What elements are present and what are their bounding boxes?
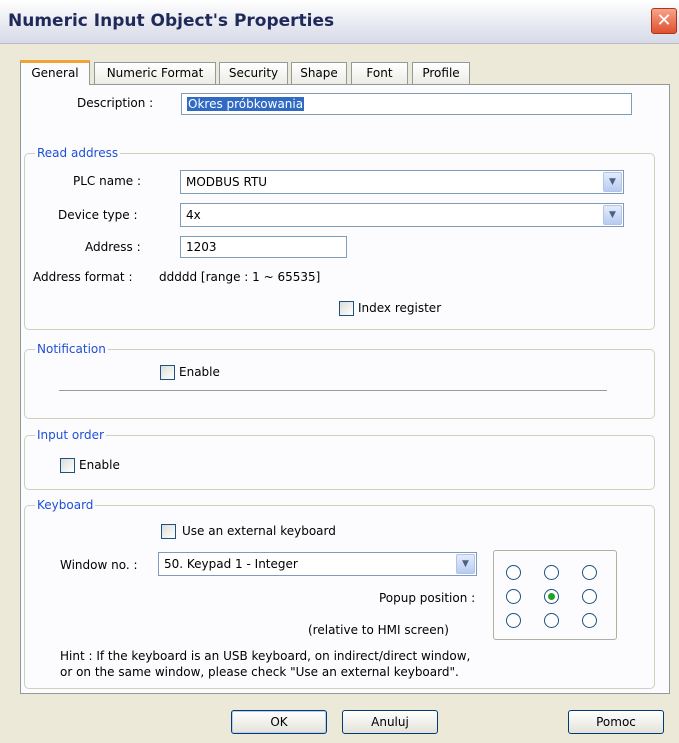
input-order-enable-label[interactable]: Enable [79, 458, 120, 472]
dialog-window: Numeric Input Object's Properties ✕ Gene… [0, 0, 679, 743]
window-no-value: 50. Keypad 1 - Integer [164, 557, 298, 571]
notification-legend: Notification [35, 341, 108, 357]
popup-bottom-right-radio[interactable] [582, 613, 597, 628]
description-field[interactable]: Okres próbkowania [181, 93, 632, 115]
tab-general[interactable]: General [20, 60, 90, 85]
index-register-label[interactable]: Index register [358, 301, 441, 315]
popup-bottom-left-radio[interactable] [506, 613, 521, 628]
popup-middle-right-radio[interactable] [582, 589, 597, 604]
plc-name-select[interactable]: MODBUS RTU ▼ [180, 170, 624, 194]
ok-button[interactable]: OK [231, 710, 327, 734]
read-address-group: Read address PLC name : MODBUS RTU ▼ Dev… [24, 145, 655, 330]
input-order-legend: Input order [35, 427, 106, 443]
tab-label: Security [228, 66, 279, 80]
window-no-label: Window no. : [60, 558, 138, 572]
popup-position-label: Popup position : [379, 591, 476, 605]
keyboard-hint-line2: or on the same window, please check "Use… [60, 665, 459, 679]
device-type-select[interactable]: 4x ▼ [180, 203, 624, 227]
tab-panel-general: Description : Okres próbkowania Read add… [20, 84, 670, 694]
external-keyboard-checkbox[interactable] [161, 524, 176, 539]
chevron-down-icon[interactable]: ▼ [603, 172, 622, 192]
notification-group: Notification Enable [24, 341, 655, 419]
tab-label: General [31, 66, 79, 80]
title-bar[interactable]: Numeric Input Object's Properties ✕ [0, 0, 679, 44]
address-value: 1203 [186, 240, 217, 254]
notification-enable-checkbox[interactable] [160, 365, 175, 380]
popup-top-center-radio[interactable] [544, 565, 559, 580]
help-button[interactable]: Pomoc [568, 710, 664, 734]
tab-label: Numeric Format [106, 66, 204, 80]
address-label: Address : [85, 240, 141, 254]
popup-top-left-radio[interactable] [506, 565, 521, 580]
chevron-down-icon[interactable]: ▼ [603, 205, 622, 225]
popup-middle-left-radio[interactable] [506, 589, 521, 604]
popup-position-grid [493, 550, 617, 640]
keyboard-hint-line1: Hint : If the keyboard is an USB keyboar… [60, 649, 471, 663]
index-register-checkbox[interactable] [339, 301, 354, 316]
plc-name-label: PLC name : [73, 174, 142, 188]
tab-label: Font [366, 66, 393, 80]
tab-label: Shape [300, 66, 338, 80]
tab-font[interactable]: Font [351, 62, 408, 84]
address-format-value: ddddd [range : 1 ~ 65535] [159, 270, 321, 284]
dialog-title: Numeric Input Object's Properties [8, 11, 335, 31]
tab-security[interactable]: Security [219, 62, 288, 84]
read-address-legend: Read address [35, 145, 121, 161]
keyboard-legend: Keyboard [35, 497, 96, 513]
popup-center-radio[interactable] [544, 589, 559, 604]
window-no-select[interactable]: 50. Keypad 1 - Integer ▼ [158, 552, 477, 576]
tab-shape[interactable]: Shape [291, 62, 347, 84]
device-type-label: Device type : [58, 208, 138, 222]
description-label: Description : [77, 96, 154, 110]
address-format-label: Address format : [33, 270, 133, 284]
plc-name-value: MODBUS RTU [186, 175, 268, 189]
tab-profile[interactable]: Profile [412, 62, 470, 84]
popup-bottom-center-radio[interactable] [544, 613, 559, 628]
tab-label: Profile [422, 66, 460, 80]
input-order-group: Input order Enable [24, 427, 655, 490]
keyboard-group: Keyboard Use an external keyboard Window… [24, 497, 655, 689]
popup-relative-label: (relative to HMI screen) [308, 623, 449, 637]
close-icon: ✕ [656, 10, 672, 31]
description-value: Okres próbkowania [187, 97, 305, 111]
input-order-enable-checkbox[interactable] [60, 458, 75, 473]
cancel-button[interactable]: Anuluj [342, 710, 438, 734]
address-field[interactable]: 1203 [180, 236, 347, 258]
close-button[interactable]: ✕ [651, 8, 677, 34]
popup-top-right-radio[interactable] [582, 565, 597, 580]
chevron-down-icon[interactable]: ▼ [456, 554, 475, 574]
notification-enable-label[interactable]: Enable [179, 365, 220, 379]
tab-numeric-format[interactable]: Numeric Format [94, 62, 216, 84]
notification-divider [59, 390, 607, 391]
external-keyboard-label[interactable]: Use an external keyboard [182, 524, 336, 538]
device-type-value: 4x [186, 208, 201, 222]
